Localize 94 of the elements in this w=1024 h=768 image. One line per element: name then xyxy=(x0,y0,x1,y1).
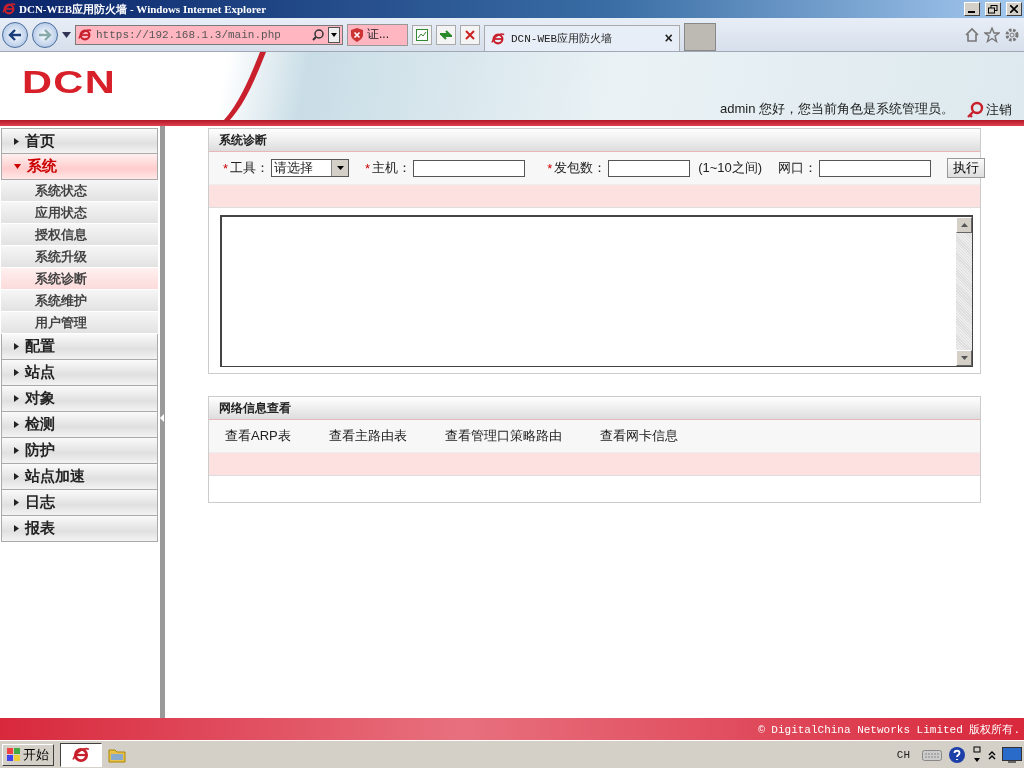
sidebar-item[interactable]: 对象 xyxy=(1,386,158,412)
sidebar-item[interactable]: 首页 xyxy=(1,128,158,154)
view-link[interactable]: 查看网卡信息 xyxy=(599,427,678,445)
browser-taskbar-button[interactable] xyxy=(60,742,102,767)
caret-down-icon xyxy=(960,356,968,360)
sidebar-subitem[interactable]: 应用状态 xyxy=(1,202,158,224)
refresh-icon[interactable] xyxy=(436,24,456,45)
sidebar-item[interactable]: 配置 xyxy=(1,334,158,360)
restore-icon xyxy=(988,4,998,14)
sidebar-subitem[interactable]: 用户管理 xyxy=(1,312,158,334)
expand-up-icon[interactable] xyxy=(988,749,996,760)
address-field[interactable]: https://192.168.1.3/main.php xyxy=(75,24,343,45)
start-button[interactable]: 开始 xyxy=(2,743,54,766)
caret-right-icon xyxy=(14,343,19,350)
field-label: 工具： xyxy=(230,159,270,177)
logo: DCN xyxy=(22,64,117,101)
caret-right-icon xyxy=(14,447,19,454)
windows-flag-icon xyxy=(7,747,21,762)
sidebar-subitem[interactable]: 授权信息 xyxy=(1,224,158,246)
browser-tab[interactable]: DCN-WEB应用防火墙 × xyxy=(484,25,680,51)
field-label: 网口： xyxy=(778,159,818,177)
caret-right-icon xyxy=(14,395,19,402)
panel-title: 系统诊断 xyxy=(209,129,980,152)
caret-right-icon xyxy=(14,369,19,376)
sidebar-subitem[interactable]: 系统诊断 xyxy=(1,268,158,290)
browser-logo-icon xyxy=(78,27,92,42)
browser-logo-icon xyxy=(72,745,90,764)
monitor-icon[interactable] xyxy=(1002,746,1022,763)
minimize-button[interactable] xyxy=(964,2,980,16)
dropdown-caret-icon[interactable] xyxy=(62,31,71,38)
caret-right-icon xyxy=(14,473,19,480)
field-label: 发包数： xyxy=(554,159,607,177)
input-field[interactable] xyxy=(819,159,932,177)
language-indicator[interactable]: CH xyxy=(896,748,910,761)
caret-right-icon xyxy=(14,499,19,506)
key-icon xyxy=(966,101,984,119)
close-tab-button[interactable]: × xyxy=(664,30,673,47)
restore-button[interactable] xyxy=(985,2,1001,16)
settings-icon[interactable] xyxy=(1004,26,1020,43)
required-asterisk: * xyxy=(223,160,229,176)
sidebar-subitem[interactable]: 系统状态 xyxy=(1,180,158,202)
sidebar-subitem[interactable]: 系统维护 xyxy=(1,290,158,312)
certificate-error-button[interactable]: 证... xyxy=(347,23,408,46)
window-title: DCN-WEB应用防火墙 - Windows Internet Explorer xyxy=(19,1,268,17)
field-label: 主机： xyxy=(372,159,412,177)
scroll-down-button[interactable] xyxy=(956,350,972,366)
logout-link[interactable]: 注销 xyxy=(966,101,1012,119)
view-link[interactable]: 查看ARP表 xyxy=(225,427,291,445)
sidebar-item[interactable]: 日志 xyxy=(1,490,158,516)
window-switch-icon[interactable] xyxy=(972,745,982,764)
close-button[interactable] xyxy=(1006,2,1022,16)
shield-icon xyxy=(350,26,364,43)
sidebar-item[interactable]: 报表 xyxy=(1,516,158,542)
caret-up-icon xyxy=(960,223,968,227)
sidebar-item[interactable]: 检测 xyxy=(1,412,158,438)
star-icon[interactable] xyxy=(984,26,1000,43)
execute-button[interactable]: 执行 xyxy=(947,158,986,178)
help-icon[interactable] xyxy=(948,745,966,764)
browser-logo-icon xyxy=(491,31,505,46)
back-arrow-icon xyxy=(8,28,22,41)
view-link[interactable]: 查看主路由表 xyxy=(328,427,407,445)
required-asterisk: * xyxy=(365,160,371,176)
scroll-up-button[interactable] xyxy=(956,217,972,233)
caret-down-icon xyxy=(14,164,21,169)
scrollbar[interactable] xyxy=(956,217,972,366)
sidebar-subitem[interactable]: 系统升级 xyxy=(1,246,158,268)
forward-arrow-icon xyxy=(38,28,52,41)
forward-button[interactable] xyxy=(32,21,58,48)
view-link[interactable]: 查看管理口策略路由 xyxy=(444,427,562,445)
input-field[interactable] xyxy=(608,159,691,177)
copyright-text: © DigitalChina Networks Limited 版权所有. xyxy=(758,722,1020,737)
field-hint: (1~10之间) xyxy=(698,159,763,177)
sidebar-item[interactable]: 系统 xyxy=(1,154,158,180)
stop-icon[interactable] xyxy=(460,24,480,45)
output-textarea[interactable] xyxy=(220,215,973,367)
dropdown-icon[interactable] xyxy=(328,26,340,43)
sidebar-item[interactable]: 站点 xyxy=(1,360,158,386)
sidebar-item[interactable]: 防护 xyxy=(1,438,158,464)
greeting-text: admin 您好，您当前角色是系统管理员。 xyxy=(719,100,954,118)
collapse-arrow-icon[interactable] xyxy=(160,414,164,422)
panel-title: 网络信息查看 xyxy=(209,397,980,420)
browser-logo-icon xyxy=(2,2,16,16)
tool-select[interactable]: 请选择 xyxy=(271,159,350,177)
caret-down-icon xyxy=(336,166,344,170)
caret-right-icon xyxy=(14,421,19,428)
required-asterisk: * xyxy=(547,160,553,176)
sidebar-item[interactable]: 站点加速 xyxy=(1,464,158,490)
caret-right-icon xyxy=(14,525,19,532)
close-icon xyxy=(1010,5,1018,13)
input-field[interactable] xyxy=(413,159,526,177)
caret-right-icon xyxy=(14,137,19,145)
back-button[interactable] xyxy=(2,21,28,48)
search-icon[interactable] xyxy=(312,28,324,41)
home-icon[interactable] xyxy=(964,26,980,43)
